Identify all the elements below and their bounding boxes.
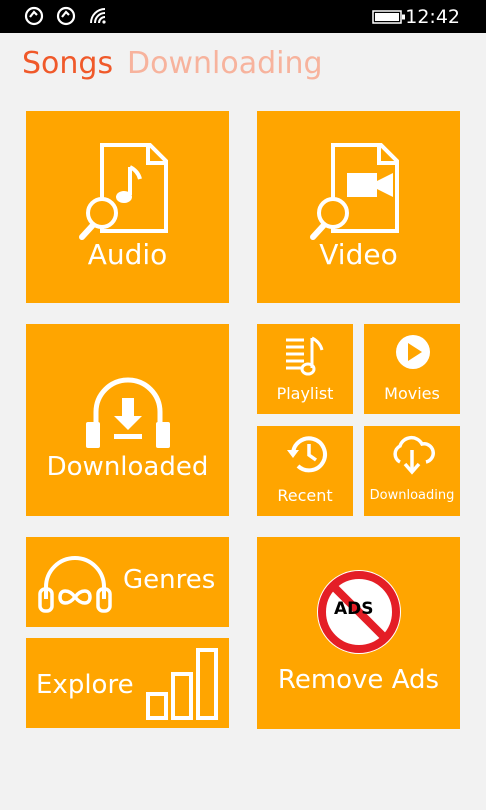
explore-label: Explore (36, 670, 134, 700)
downloaded-label: Downloaded (46, 452, 209, 482)
clock: 12:42 (405, 6, 460, 28)
play-circle-icon (396, 335, 430, 369)
history-clock-icon (287, 436, 327, 473)
explore-tile[interactable]: Explore (26, 638, 229, 728)
recent-tile[interactable]: Recent (257, 426, 353, 516)
video-search-icon (310, 143, 399, 240)
ads-badge: ADS (334, 599, 374, 619)
downloaded-tile[interactable]: Downloaded (26, 324, 229, 516)
audio-tile[interactable]: Audio (26, 111, 229, 303)
sync-icon-2 (56, 6, 76, 26)
playlist-icon (286, 336, 324, 376)
bar-chart-icon (146, 648, 218, 720)
downloading-label: Downloading (369, 488, 455, 503)
remove-ads-tile[interactable]: ADS Remove Ads (257, 537, 460, 729)
headphones-download-icon (86, 377, 170, 448)
genres-tile[interactable]: Genres (26, 537, 229, 627)
playlist-label: Playlist (276, 384, 334, 403)
pivot-header: Songs Downloading (0, 44, 486, 88)
movies-tile[interactable]: Movies (364, 324, 460, 414)
genres-label: Genres (123, 565, 216, 595)
playlist-tile[interactable]: Playlist (257, 324, 353, 414)
downloading-tile[interactable]: Downloading (364, 426, 460, 516)
tab-songs[interactable]: Songs (22, 46, 113, 81)
cloud-download-icon (393, 435, 435, 475)
audio-label: Audio (87, 238, 168, 271)
movies-label: Movies (384, 384, 440, 403)
status-bar: 12:42 (0, 0, 486, 33)
sync-icon (24, 6, 44, 26)
video-label: Video (319, 238, 398, 271)
battery-icon (372, 10, 405, 24)
video-tile[interactable]: Video (257, 111, 460, 303)
wifi-icon (90, 8, 106, 24)
tab-downloading[interactable]: Downloading (127, 46, 323, 81)
remove-ads-label: Remove Ads (277, 665, 440, 695)
headphones-infinity-icon (38, 556, 112, 613)
audio-search-icon (79, 143, 168, 240)
recent-label: Recent (277, 486, 333, 505)
